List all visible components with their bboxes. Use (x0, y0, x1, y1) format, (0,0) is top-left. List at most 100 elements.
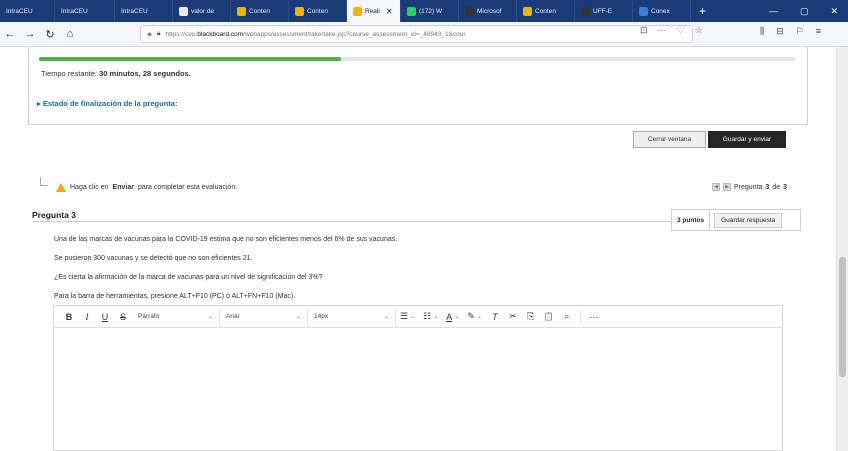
paragraph-select[interactable]: Párrafo ⌄ (132, 308, 220, 325)
browser-tab-label: Microsof (477, 7, 502, 15)
browser-tab-label: (172) W (419, 7, 443, 15)
browser-tab-label: valor de (191, 7, 215, 15)
toolbar-right: ⫼ ⊟ ⚐ ≡ (760, 26, 821, 37)
timer-panel: Tiempo restante: 30 minutos, 28 segundos… (28, 47, 808, 125)
menu-icon[interactable]: ≡ (816, 26, 821, 37)
pocket-icon[interactable]: ♡ (677, 25, 685, 36)
find-icon[interactable]: ⌕ (558, 311, 576, 322)
browser-tab[interactable]: Reali ✕ (347, 0, 401, 22)
points-value: 3 puntos (672, 210, 711, 230)
library-icon[interactable]: ⫼ (760, 26, 764, 37)
notice-post: para completar esta evaluación. (137, 184, 238, 191)
forward-button[interactable]: → (20, 28, 40, 40)
browser-tab-bar: IntraCEU IntraCEU IntraCEU valor de Conten Co… (0, 0, 848, 22)
close-icon[interactable]: ✕ (830, 6, 838, 17)
text-color-icon: A (446, 311, 453, 322)
tab-favicon-icon (407, 6, 416, 16)
prev-question-button[interactable]: ◀ (712, 183, 720, 191)
cut-icon[interactable]: ✂ (504, 311, 522, 322)
browser-tab[interactable]: (172) W (401, 0, 459, 22)
font-size-select[interactable]: 14px ⌄ (308, 308, 396, 325)
browser-tab[interactable]: IntraCEU (55, 0, 115, 22)
close-window-button[interactable]: Cerrar ventana (633, 131, 706, 148)
browser-tab-label: Conten (535, 7, 556, 15)
tab-close-icon[interactable]: ✕ (386, 7, 393, 16)
reader-view-icon[interactable]: ⊡ (640, 25, 648, 36)
answer-editor: B I U S Párrafo ⌄ Arial ⌄ 14px ⌄ ☰ ⌄ ☷ ⌄… (53, 305, 783, 451)
question-line-3: ¿Es cierta la afirmación de la marca de … (54, 274, 323, 281)
browser-tab[interactable]: valor de (173, 0, 231, 22)
tab-favicon-icon (179, 6, 188, 16)
browser-tab[interactable]: Conex (633, 0, 691, 22)
browser-tab[interactable]: Conten (289, 0, 347, 22)
minimize-icon[interactable]: — (769, 6, 778, 16)
chevron-down-icon: ⌄ (454, 314, 460, 320)
question-navigation: ◀ ▶ Pregunta 3 de 3 (712, 183, 787, 191)
save-and-submit-button[interactable]: Guardar y enviar (708, 131, 786, 148)
copy-icon[interactable]: ⎘ (522, 311, 540, 322)
extension-icon[interactable]: ⚐ (796, 26, 804, 37)
more-options-icon[interactable]: ··· (585, 312, 603, 322)
chevron-down-icon: ⌄ (383, 314, 389, 320)
bookmark-star-icon[interactable]: ☆ (695, 25, 703, 36)
page-scrollbar[interactable] (836, 47, 848, 451)
save-answer-button[interactable]: Guardar respuesta (714, 212, 783, 228)
back-button[interactable]: ← (0, 28, 20, 40)
text-color-button[interactable]: A ⌄ (442, 312, 463, 322)
italic-button[interactable]: I (78, 312, 96, 322)
maximize-icon[interactable]: ▢ (800, 6, 809, 17)
numbered-list-button[interactable]: ☷ ⌄ (419, 311, 442, 322)
warning-icon (56, 183, 66, 192)
time-remaining-label: Tiempo restante: (41, 69, 97, 78)
browser-tab[interactable]: Microsof (459, 0, 517, 22)
highlight-pen-icon: ✎ (467, 311, 475, 321)
reload-button[interactable]: ↻ (40, 28, 60, 41)
browser-tab-label: Conex (651, 7, 670, 15)
page-actions-icon[interactable]: ··· (658, 25, 667, 36)
font-value: Arial (226, 313, 240, 320)
toolbar-hint: Para la barra de herramientas, presione … (54, 293, 296, 300)
browser-tab[interactable]: Conten (231, 0, 289, 22)
window-controls: — ▢ ✕ (769, 0, 848, 22)
highlight-button[interactable]: ✎ ⌄ (463, 311, 486, 322)
strikethrough-button[interactable]: S (114, 312, 132, 322)
scrollbar-thumb[interactable] (839, 257, 846, 377)
notice-pre: Haga clic en (70, 184, 109, 191)
page-content: Tiempo restante: 30 minutos, 28 segundos… (0, 47, 836, 451)
url-bar[interactable]: ◈ 🔒︎ https://ceu. blackboard.com/webapps/… (140, 25, 693, 43)
qnav-total: 3 (783, 183, 788, 191)
lock-icon: 🔒︎ (157, 30, 161, 37)
shield-icon: ◈ (147, 31, 152, 38)
underline-button[interactable]: U (96, 312, 114, 322)
chevron-down-icon: ⌄ (476, 314, 482, 320)
clear-formatting-icon[interactable]: T (486, 312, 504, 322)
browser-tab[interactable]: IntraCEU (115, 0, 173, 22)
paste-icon[interactable]: 📋 (540, 312, 558, 321)
bold-button[interactable]: B (60, 312, 78, 322)
browser-tab[interactable]: Conten (517, 0, 575, 22)
chevron-down-icon: ⌄ (207, 314, 213, 320)
url-path: /webapps/assessment/take/take.jsp?course… (243, 30, 466, 38)
font-size-value: 14px (314, 313, 329, 320)
tab-favicon-icon (295, 6, 304, 16)
tab-favicon-icon (465, 6, 474, 16)
browser-tab-label: IntraCEU (61, 7, 88, 15)
question-status-label: Estado de finalización de la pregunta: (42, 99, 178, 108)
notice-bold: Enviar (112, 184, 134, 191)
chevron-down-icon: ⌄ (295, 314, 301, 320)
sidebar-icon[interactable]: ⊟ (776, 26, 784, 37)
question-line-1: Una de las marcas de vacunas para la COV… (54, 236, 398, 243)
bullet-list-button[interactable]: ☰ ⌄ (396, 311, 419, 322)
bullet-list-icon: ☰ (400, 311, 409, 321)
browser-tab-label: IntraCEU (6, 7, 33, 15)
qnav-current: 3 (765, 183, 770, 191)
new-tab-button[interactable]: + (691, 0, 714, 22)
browser-tab-label: Conten (307, 7, 328, 15)
font-select[interactable]: Arial ⌄ (220, 308, 308, 325)
home-button[interactable]: ⌂ (60, 28, 80, 40)
browser-tab[interactable]: IntraCEU (0, 0, 55, 22)
next-question-button[interactable]: ▶ (723, 183, 731, 191)
question-status-link[interactable]: ▸ Estado de finalización de la pregunta: (37, 99, 177, 108)
url-actions: ⊡ ··· ♡ ☆ (640, 25, 703, 36)
browser-tab[interactable]: UFF-E (575, 0, 633, 22)
